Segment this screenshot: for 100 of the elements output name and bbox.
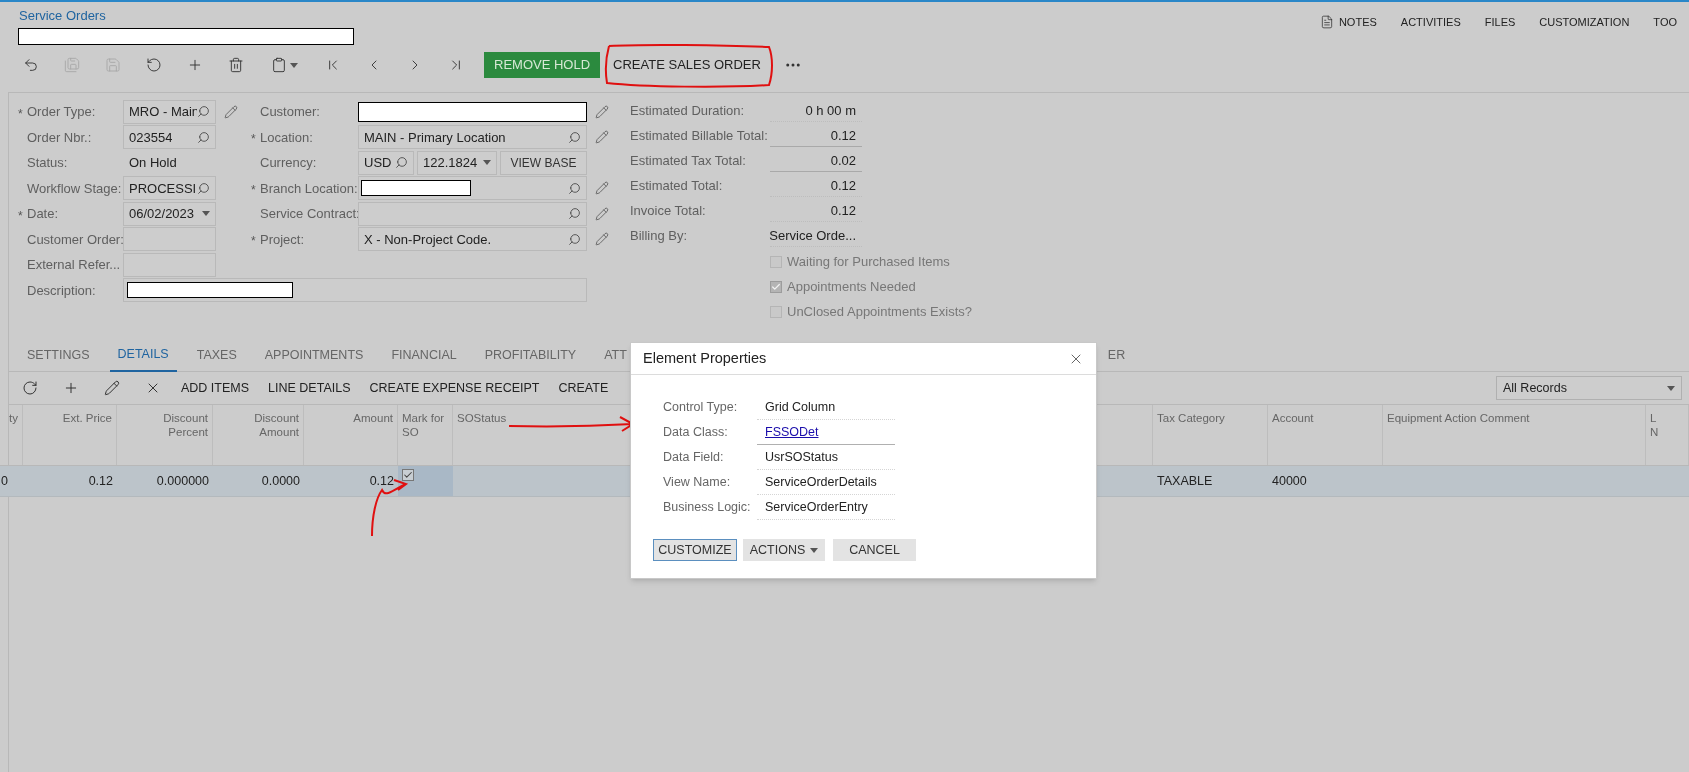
column-header[interactable]: Ext. Price [23, 405, 117, 465]
field-label: Description: [27, 281, 97, 300]
table-cell-text: 0.12 [368, 472, 395, 490]
search-icon[interactable] [197, 105, 210, 119]
field-label: Customer Order: [27, 230, 123, 249]
amount-field[interactable]: 0.12 [770, 125, 862, 147]
checkbox-label: Waiting for Purchased Items [787, 252, 950, 271]
field-value: 0.12 [770, 200, 862, 222]
column-header[interactable]: Tax Category [1153, 405, 1268, 465]
property-label: View Name: [663, 474, 732, 492]
page-title[interactable]: Service Orders [19, 8, 354, 24]
checkbox-label: Appointments Needed [787, 277, 916, 296]
tab[interactable]: TAXES [188, 339, 245, 372]
currency-field[interactable]: USD [358, 150, 414, 175]
search-icon[interactable] [568, 207, 581, 221]
field-label: Customer: [260, 103, 321, 121]
property-value: ServiceOrderEntry [757, 495, 895, 520]
tab[interactable]: ER [1099, 339, 1134, 372]
property-link[interactable]: FSSODet [757, 420, 895, 445]
dialog-button[interactable]: CUSTOMIZE [653, 539, 737, 561]
lookup-field[interactable] [358, 176, 587, 201]
edit-icon[interactable] [595, 232, 609, 247]
tab[interactable]: APPOINTMENTS [256, 339, 372, 372]
field-value: 0 h 00 m [770, 100, 862, 122]
clipboard-icon [270, 57, 287, 73]
tab[interactable]: FINANCIAL [383, 339, 465, 372]
edit-icon[interactable] [595, 130, 609, 145]
lookup-field[interactable]: PROCESSII [123, 176, 216, 201]
lookup-field[interactable] [358, 201, 587, 226]
search-icon[interactable] [568, 181, 581, 195]
rate-dropdown[interactable]: 122.1824 [417, 150, 497, 175]
property-label: Data Field: [663, 449, 725, 467]
tab[interactable]: DETAILS [109, 339, 177, 372]
property-label: Business Logic: [663, 499, 752, 517]
checkbox[interactable] [770, 280, 782, 293]
column-header[interactable]: Account [1268, 405, 1383, 465]
grid-toolbar-button[interactable]: CREATE EXPENSE RECEIPT [361, 374, 548, 402]
note-icon [1319, 15, 1334, 30]
tab[interactable]: PROFITABILITY [476, 339, 585, 372]
field-value: On Hold [128, 154, 178, 172]
grid-toolbar-button[interactable]: CREATE [550, 374, 617, 402]
required-mark: * [18, 208, 23, 223]
field-label: Project: [260, 230, 306, 249]
field-value: Service Orde... [770, 225, 862, 247]
dialog-button[interactable]: ACTIONS [743, 539, 825, 561]
lookup-field[interactable]: 023554 [123, 125, 216, 150]
table-cell-text: 0 [0, 472, 9, 490]
edit-icon[interactable] [595, 181, 609, 196]
column-header[interactable]: Amount [304, 405, 398, 465]
column-header[interactable]: Discount Amount [213, 405, 304, 465]
search-icon[interactable] [197, 181, 210, 195]
grid-toolbar-button[interactable]: ADD ITEMS [173, 374, 258, 402]
grid-toolbar-button[interactable]: LINE DETAILS [260, 374, 359, 402]
property-value: Grid Column [757, 395, 895, 420]
field-value: 0.12 [770, 175, 862, 197]
property-value: ServiceOrderDetails [757, 470, 895, 495]
records-filter[interactable]: All Records [1496, 376, 1682, 400]
tab[interactable]: SETTINGS [19, 339, 98, 372]
property-value: UsrSOStatus [757, 445, 895, 470]
checkbox[interactable] [402, 469, 414, 481]
description-field[interactable] [123, 278, 587, 303]
date-field[interactable]: 06/02/2023 [123, 201, 216, 226]
property-label: Control Type: [663, 399, 739, 417]
column-header[interactable]: Mark for SO [398, 405, 453, 465]
header-link[interactable]: FILES [1484, 14, 1516, 31]
required-mark: * [251, 234, 256, 249]
column-header[interactable]: ty [0, 405, 23, 465]
caret-icon [483, 160, 491, 166]
checkbox-label: UnClosed Appointments Exists? [787, 302, 972, 321]
table-cell-text: 0.0000 [260, 472, 301, 490]
column-header[interactable]: L N [1646, 405, 1689, 465]
edit-icon[interactable] [224, 104, 238, 119]
view-base-button[interactable]: VIEW BASE [500, 150, 587, 175]
column-header[interactable]: Equipment Action Comment [1383, 405, 1646, 465]
lookup-field[interactable]: X - Non-Project Code. [358, 227, 587, 252]
field-label: Estimated Tax Total: [630, 152, 747, 171]
field-label: Location: [260, 128, 314, 147]
edit-icon[interactable] [595, 206, 609, 221]
dialog-button[interactable]: CANCEL [833, 539, 916, 561]
lookup-field[interactable]: MAIN - Primary Location [358, 125, 587, 150]
field-label: Status: [27, 154, 69, 172]
amount-field[interactable]: 0.02 [770, 150, 862, 172]
search-icon[interactable] [395, 156, 408, 170]
header-link[interactable]: CUSTOMIZATION [1539, 14, 1630, 31]
table-cell[interactable] [398, 466, 453, 496]
search-icon[interactable] [568, 130, 581, 144]
search-icon[interactable] [568, 232, 581, 246]
required-mark: * [251, 183, 256, 198]
field-label: Estimated Duration: [630, 102, 746, 121]
dialog-title: Element Properties [643, 348, 767, 368]
column-header[interactable]: Discount Percent [117, 405, 213, 465]
redacted-field[interactable] [358, 99, 587, 124]
field-label: Branch Location: [260, 179, 358, 198]
search-icon[interactable] [197, 130, 210, 144]
tab[interactable]: ATT [596, 339, 635, 372]
header-link[interactable]: ACTIVITIES [1400, 14, 1461, 31]
edit-icon[interactable] [595, 104, 609, 119]
field-label: Invoice Total: [630, 202, 707, 221]
header-link[interactable]: NOTES [1319, 14, 1377, 31]
header-link[interactable]: TOO [1653, 14, 1677, 31]
